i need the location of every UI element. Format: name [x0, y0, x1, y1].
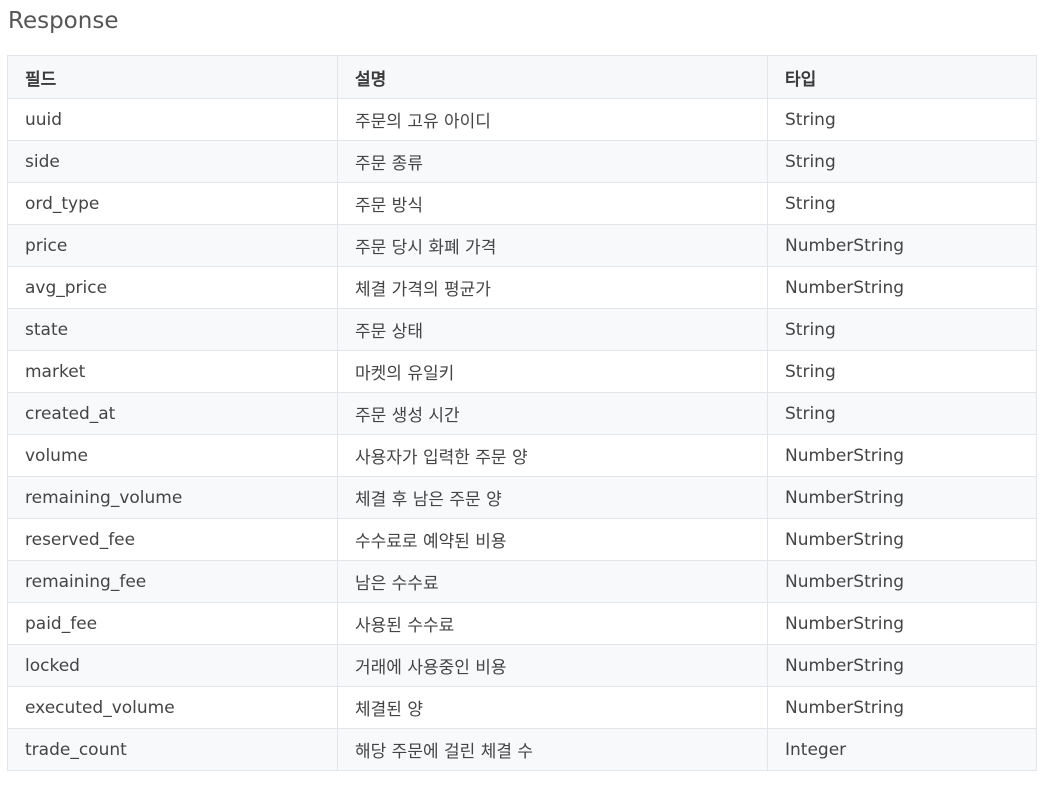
table-row: market 마켓의 유일키 String	[7, 350, 1037, 393]
field-cell: locked	[7, 644, 338, 687]
field-cell: reserved_fee	[7, 518, 338, 561]
type-cell: Integer	[767, 728, 1037, 771]
table-row: executed_volume 체결된 양 NumberString	[7, 686, 1037, 729]
field-cell: paid_fee	[7, 602, 338, 645]
header-field: 필드	[7, 55, 338, 99]
field-cell: avg_price	[7, 266, 338, 309]
description-cell: 사용된 수수료	[337, 602, 768, 645]
table-row: side 주문 종류 String	[7, 140, 1037, 183]
table-row: price 주문 당시 화폐 가격 NumberString	[7, 224, 1037, 267]
field-cell: executed_volume	[7, 686, 338, 729]
type-cell: NumberString	[767, 266, 1037, 309]
type-cell: NumberString	[767, 518, 1037, 561]
description-cell: 체결 후 남은 주문 양	[337, 476, 768, 519]
table-body: uuid 주문의 고유 아이디 String side 주문 종류 String ord_t…	[7, 98, 1037, 771]
field-cell: side	[7, 140, 338, 183]
type-cell: NumberString	[767, 560, 1037, 603]
field-cell: created_at	[7, 392, 338, 435]
type-cell: String	[767, 350, 1037, 393]
type-cell: NumberString	[767, 224, 1037, 267]
field-cell: price	[7, 224, 338, 267]
field-cell: state	[7, 308, 338, 351]
field-cell: volume	[7, 434, 338, 477]
header-type: 타입	[767, 55, 1037, 99]
table-row: trade_count 해당 주문에 걸린 체결 수 Integer	[7, 728, 1037, 771]
type-cell: NumberString	[767, 644, 1037, 687]
field-cell: market	[7, 350, 338, 393]
description-cell: 주문 상태	[337, 308, 768, 351]
description-cell: 수수료로 예약된 비용	[337, 518, 768, 561]
description-cell: 마켓의 유일키	[337, 350, 768, 393]
response-table: 필드 설명 타입 uuid 주문의 고유 아이디 String side 주문 종류 St…	[7, 55, 1037, 771]
table-row: state 주문 상태 String	[7, 308, 1037, 351]
description-cell: 사용자가 입력한 주문 양	[337, 434, 768, 477]
type-cell: NumberString	[767, 434, 1037, 477]
description-cell: 주문의 고유 아이디	[337, 98, 768, 141]
type-cell: String	[767, 98, 1037, 141]
response-doc: Response 필드 설명 타입 uuid 주문의 고유 아이디 String si…	[0, 0, 1042, 794]
description-cell: 해당 주문에 걸린 체결 수	[337, 728, 768, 771]
type-cell: NumberString	[767, 602, 1037, 645]
description-cell: 체결된 양	[337, 686, 768, 729]
field-cell: ord_type	[7, 182, 338, 225]
field-cell: uuid	[7, 98, 338, 141]
description-cell: 주문 당시 화폐 가격	[337, 224, 768, 267]
field-cell: remaining_volume	[7, 476, 338, 519]
table-header: 필드 설명 타입	[7, 55, 1037, 99]
table-row: reserved_fee 수수료로 예약된 비용 NumberString	[7, 518, 1037, 561]
table-row: volume 사용자가 입력한 주문 양 NumberString	[7, 434, 1037, 477]
description-cell: 주문 종류	[337, 140, 768, 183]
header-description: 설명	[337, 55, 768, 99]
table-row: uuid 주문의 고유 아이디 String	[7, 98, 1037, 141]
type-cell: String	[767, 140, 1037, 183]
table-row: avg_price 체결 가격의 평균가 NumberString	[7, 266, 1037, 309]
table-row: remaining_fee 남은 수수료 NumberString	[7, 560, 1037, 603]
header-row: 필드 설명 타입	[7, 55, 1037, 99]
table-row: remaining_volume 체결 후 남은 주문 양 NumberString	[7, 476, 1037, 519]
table-row: paid_fee 사용된 수수료 NumberString	[7, 602, 1037, 645]
table-row: locked 거래에 사용중인 비용 NumberString	[7, 644, 1037, 687]
description-cell: 체결 가격의 평균가	[337, 266, 768, 309]
type-cell: String	[767, 308, 1037, 351]
table-row: created_at 주문 생성 시간 String	[7, 392, 1037, 435]
description-cell: 주문 방식	[337, 182, 768, 225]
field-cell: remaining_fee	[7, 560, 338, 603]
type-cell: String	[767, 392, 1037, 435]
type-cell: NumberString	[767, 476, 1037, 519]
section-title: Response	[8, 8, 119, 34]
description-cell: 거래에 사용중인 비용	[337, 644, 768, 687]
description-cell: 주문 생성 시간	[337, 392, 768, 435]
type-cell: String	[767, 182, 1037, 225]
field-cell: trade_count	[7, 728, 338, 771]
description-cell: 남은 수수료	[337, 560, 768, 603]
table-row: ord_type 주문 방식 String	[7, 182, 1037, 225]
type-cell: NumberString	[767, 686, 1037, 729]
